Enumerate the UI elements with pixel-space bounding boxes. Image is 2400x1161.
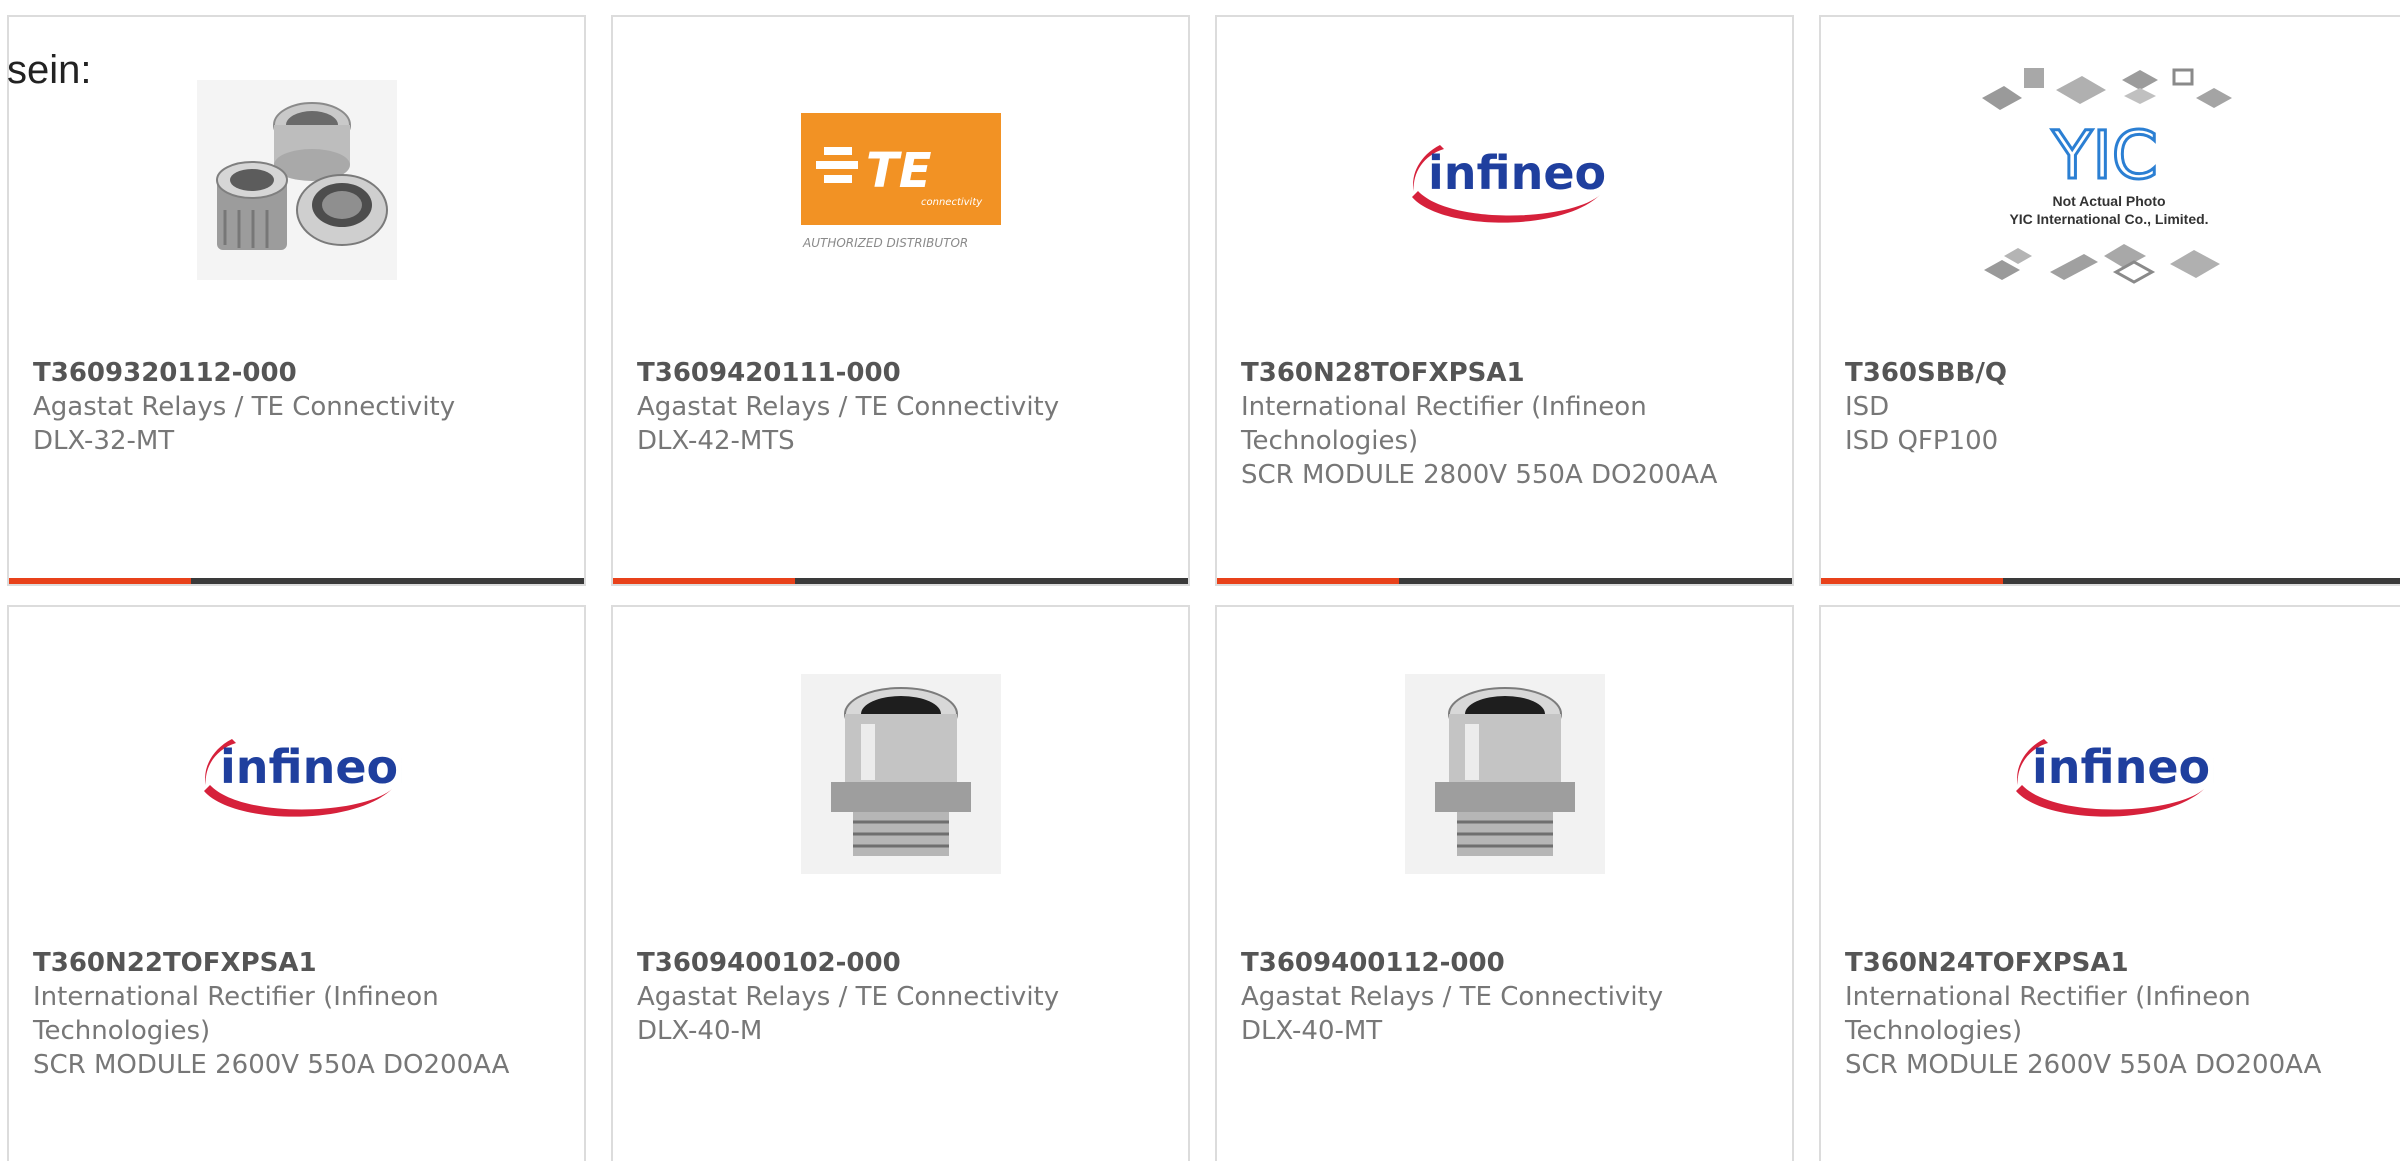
manufacturer: International Rectifier (Infineon Techno… <box>33 982 439 1046</box>
manufacturer: Agastat Relays / TE Connectivity <box>33 392 456 422</box>
yic-placeholder-icon: YIC Not Actual Photo YIC International C… <box>1981 68 2232 284</box>
te-tagline: AUTHORIZED DISTRIBUTOR <box>802 236 968 250</box>
part-number[interactable]: T3609400112-000 <box>1241 946 1772 980</box>
product-card[interactable]: TE connectivity AUTHORIZED DISTRIBUTOR T… <box>611 15 1190 586</box>
manufacturer: Agastat Relays / TE Connectivity <box>637 982 1060 1012</box>
infineon-logo-icon: infineon <box>1411 145 1610 223</box>
te-subtitle: connectivity <box>921 197 983 208</box>
card-bottom-bar <box>613 578 1188 584</box>
product-image[interactable] <box>1217 669 1792 879</box>
yic-note-2: YIC International Co., Limited. <box>2009 211 2208 227</box>
description: SCR MODULE 2800V 550A DO200AA <box>1241 460 1718 490</box>
infineon-wordmark: infineon <box>1428 146 1610 200</box>
infineon-wordmark: infineon <box>2032 740 2214 794</box>
manufacturer: Agastat Relays / TE Connectivity <box>1241 982 1664 1012</box>
card-accent-bar <box>1821 578 2003 584</box>
product-image[interactable] <box>9 75 584 285</box>
description: DLX-40-M <box>637 1016 763 1046</box>
te-connectivity-logo-icon: TE connectivity AUTHORIZED DISTRIBUTOR <box>800 113 1001 250</box>
description: DLX-32-MT <box>33 426 175 456</box>
part-number[interactable]: T3609320112-000 <box>33 356 564 390</box>
gland-set-photo-icon <box>196 80 397 280</box>
product-image[interactable]: infineon <box>9 669 584 879</box>
manufacturer: International Rectifier (Infineon Techno… <box>1241 392 1647 456</box>
product-image[interactable]: infineon <box>1217 75 1792 285</box>
product-image[interactable]: YIC Not Actual Photo YIC International C… <box>1821 68 2396 285</box>
description: DLX-40-MT <box>1241 1016 1383 1046</box>
part-number[interactable]: T360N24TOFXPSA1 <box>1845 946 2397 980</box>
yic-wordmark: YIC <box>2051 117 2158 194</box>
product-card[interactable]: infineon T360N28TOFXPSA1 International R… <box>1215 15 1794 586</box>
infineon-logo-icon: infineon <box>2015 739 2214 817</box>
product-grid-page: sein: T3609320112-000 Agastat Relays / T… <box>0 0 2400 1161</box>
cable-gland-photo-icon <box>1404 674 1605 874</box>
card-accent-bar <box>613 578 795 584</box>
infineon-wordmark: infineon <box>220 740 402 794</box>
product-card[interactable]: T3609400112-000 Agastat Relays / TE Conn… <box>1215 605 1794 1161</box>
yic-note-1: Not Actual Photo <box>2052 193 2165 209</box>
product-card[interactable]: YIC Not Actual Photo YIC International C… <box>1819 15 2400 586</box>
description: SCR MODULE 2600V 550A DO200AA <box>33 1050 510 1080</box>
intro-text: sein: <box>7 48 92 92</box>
product-image[interactable] <box>613 669 1188 879</box>
product-card[interactable]: infineon T360N22TOFXPSA1 International R… <box>7 605 586 1161</box>
description: SCR MODULE 2600V 550A DO200AA <box>1845 1050 2322 1080</box>
description: ISD QFP100 <box>1845 426 1999 456</box>
manufacturer: ISD <box>1845 392 1890 422</box>
product-image[interactable]: infineon <box>1821 669 2396 879</box>
part-number[interactable]: T3609400102-000 <box>637 946 1168 980</box>
product-card[interactable]: infineon T360N24TOFXPSA1 International R… <box>1819 605 2400 1161</box>
cable-gland-photo-icon <box>800 674 1001 874</box>
product-card[interactable]: T3609320112-000 Agastat Relays / TE Conn… <box>7 15 586 586</box>
part-number[interactable]: T360SBB/Q <box>1845 356 2397 390</box>
manufacturer: Agastat Relays / TE Connectivity <box>637 392 1060 422</box>
manufacturer: International Rectifier (Infineon Techno… <box>1845 982 2251 1046</box>
te-wordmark: TE <box>866 143 932 199</box>
description: DLX-42-MTS <box>637 426 795 456</box>
card-bottom-bar <box>1821 578 2400 584</box>
card-bottom-bar <box>9 578 584 584</box>
infineon-logo-icon: infineon <box>203 739 402 817</box>
card-accent-bar <box>9 578 191 584</box>
product-image[interactable]: TE connectivity AUTHORIZED DISTRIBUTOR <box>613 75 1188 285</box>
card-accent-bar <box>1217 578 1399 584</box>
part-number[interactable]: T3609420111-000 <box>637 356 1168 390</box>
part-number[interactable]: T360N28TOFXPSA1 <box>1241 356 1772 390</box>
card-bottom-bar <box>1217 578 1792 584</box>
part-number[interactable]: T360N22TOFXPSA1 <box>33 946 564 980</box>
product-card[interactable]: T3609400102-000 Agastat Relays / TE Conn… <box>611 605 1190 1161</box>
